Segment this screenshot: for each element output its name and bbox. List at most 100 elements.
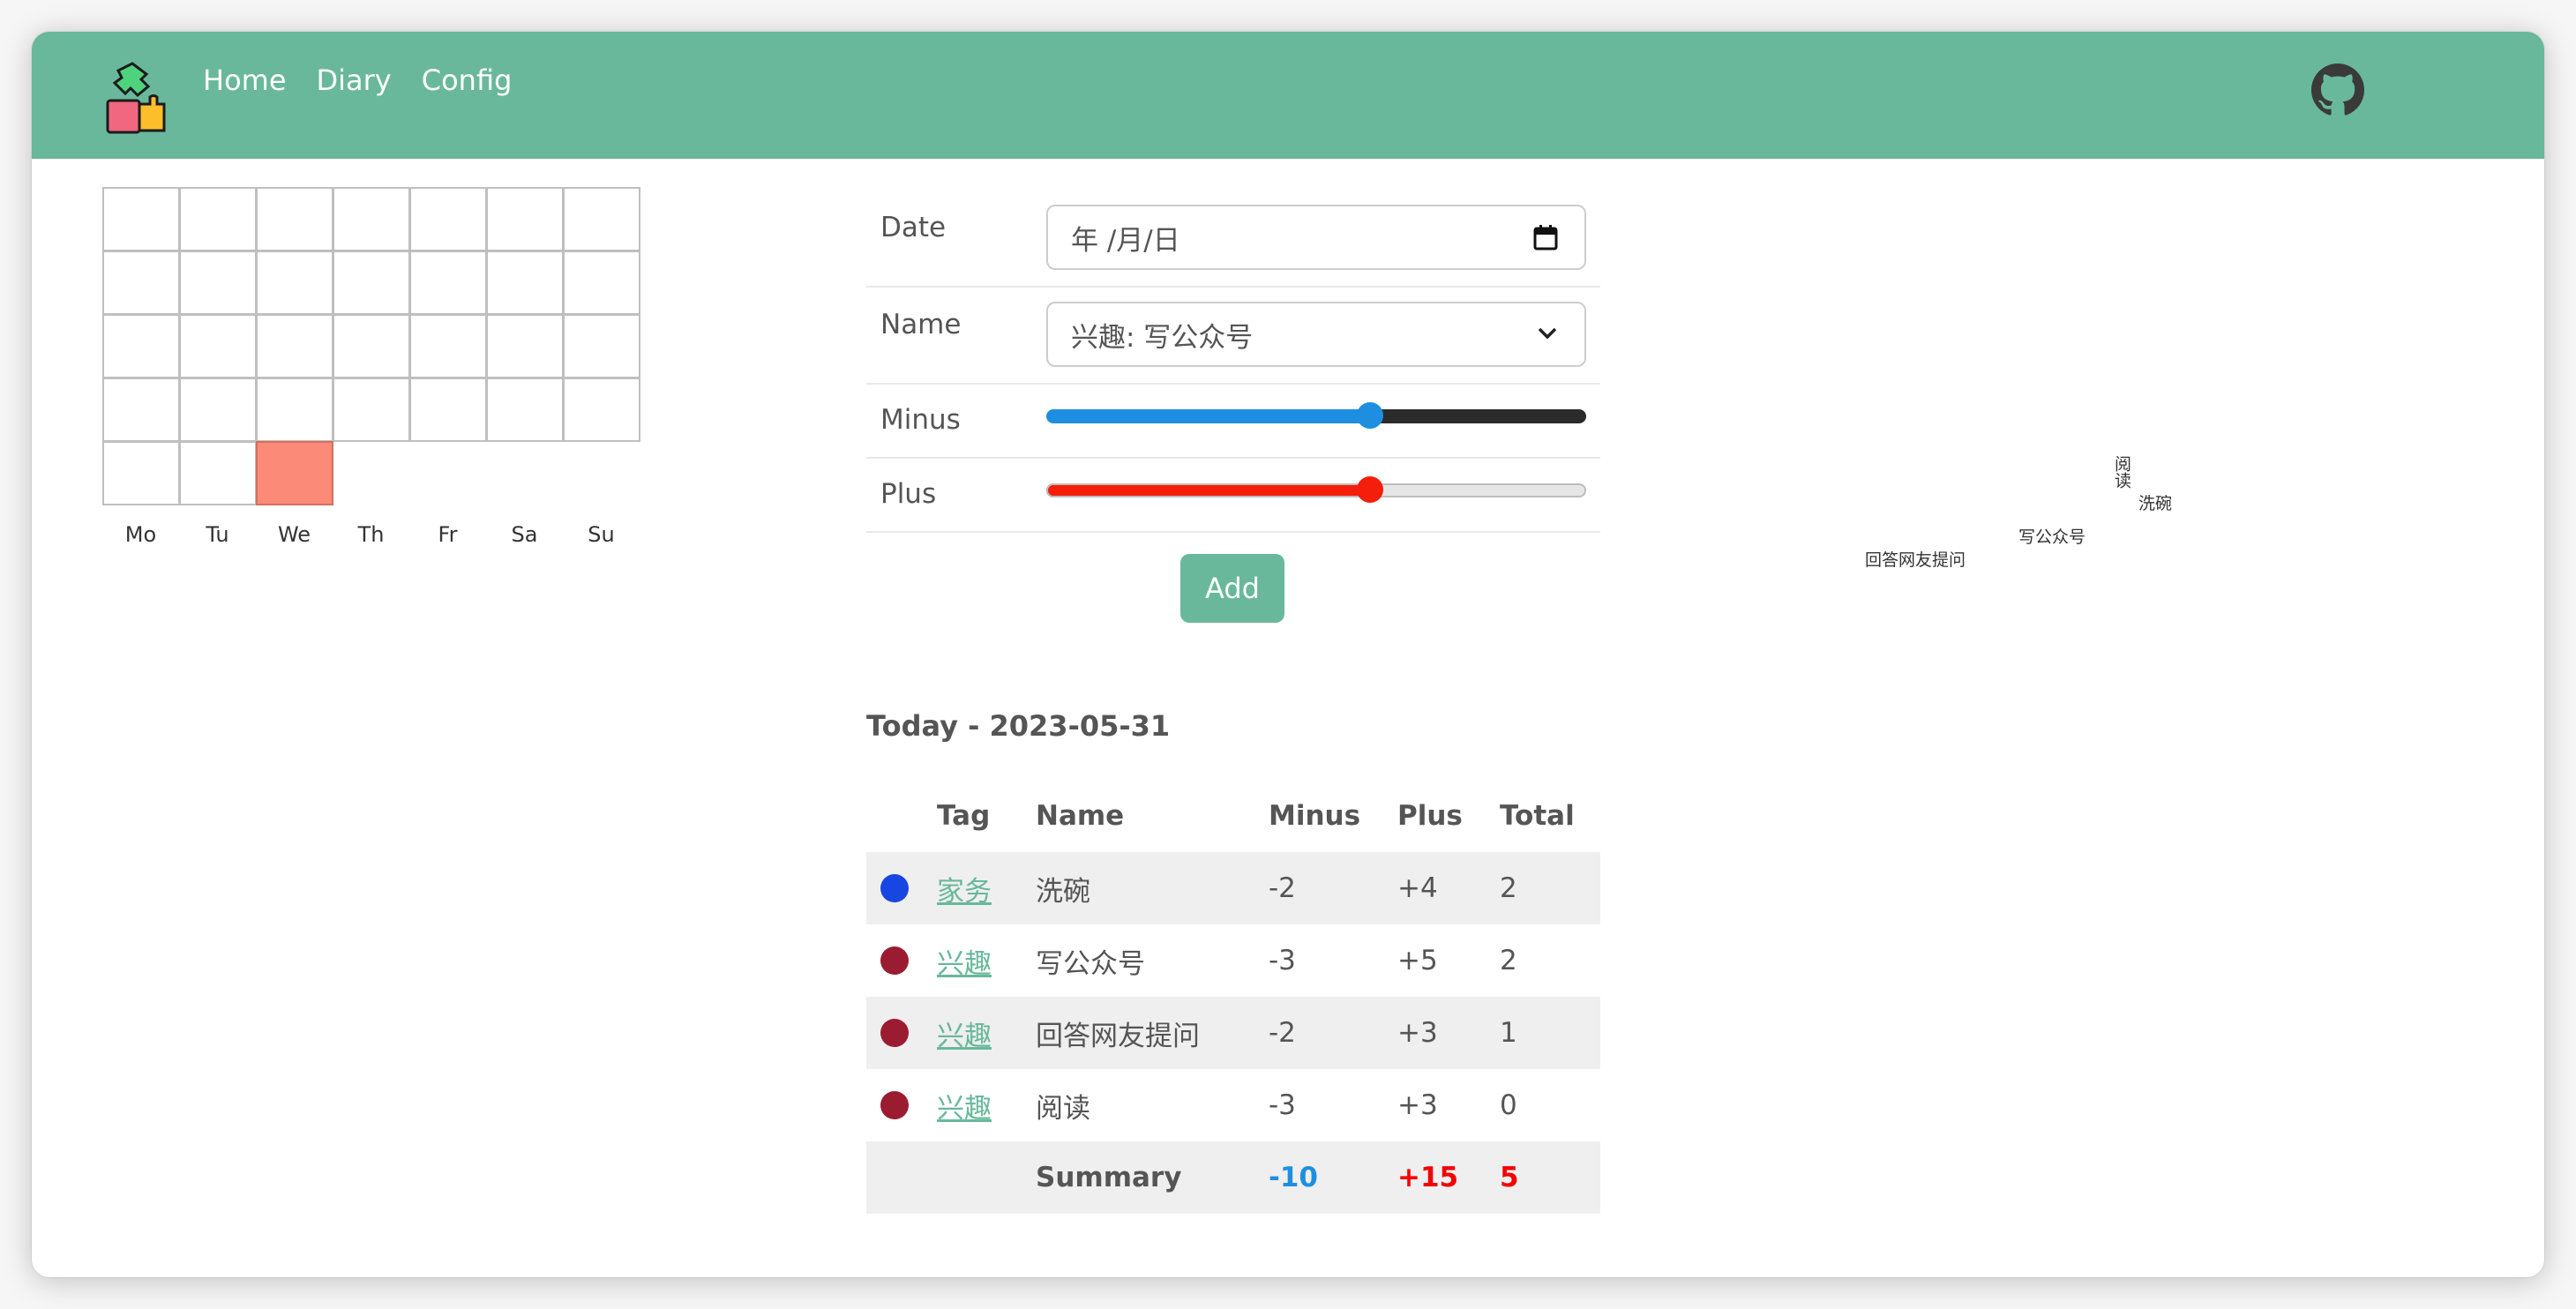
row-name: 洗碗 xyxy=(1036,875,1090,908)
nav-link-home[interactable]: Home xyxy=(203,64,287,97)
weekday-label: Su xyxy=(588,522,615,547)
plus-row: Plus xyxy=(866,459,1600,533)
weekday-labels: Mo Tu We Th Fr Sa Su xyxy=(102,522,640,547)
minus-slider-thumb[interactable] xyxy=(1357,402,1384,429)
heatmap-day-cell[interactable] xyxy=(563,251,640,315)
heatmap-day-cell[interactable] xyxy=(179,314,257,378)
heatmap-day-cell[interactable] xyxy=(256,187,333,251)
heatmap-day-cell[interactable] xyxy=(179,378,257,442)
date-input[interactable]: 年 /月/日 xyxy=(1046,205,1586,270)
heatmap-day-cell[interactable] xyxy=(179,251,257,315)
heatmap-day-cell[interactable] xyxy=(409,314,487,378)
header-total: Total xyxy=(1500,800,1575,832)
minus-slider[interactable] xyxy=(1046,402,1586,429)
weekday-label: Fr xyxy=(438,522,458,547)
date-label: Date xyxy=(880,212,947,243)
row-name: 写公众号 xyxy=(1036,947,1145,980)
row-minus: -3 xyxy=(1269,1089,1296,1121)
activity-heatmap: Mo Tu We Th Fr Sa Su xyxy=(102,187,640,547)
summary-row: Summary -10 +15 5 xyxy=(866,1141,1600,1214)
tag-link[interactable]: 兴趣 xyxy=(937,924,992,997)
heatmap-day-cell[interactable] xyxy=(179,187,257,251)
row-total: 2 xyxy=(1500,945,1517,976)
heatmap-day-cell[interactable] xyxy=(102,441,180,505)
heatmap-day-cell[interactable] xyxy=(333,187,410,251)
heatmap-day-cell[interactable] xyxy=(409,251,487,315)
calendar-icon[interactable] xyxy=(1533,224,1558,251)
tag-color-dot xyxy=(880,997,909,1069)
heatmap-day-cell[interactable] xyxy=(102,378,180,442)
heatmap-day-cell[interactable] xyxy=(563,378,640,442)
weekday-label: Mo xyxy=(124,522,157,547)
entry-form: Date 年 /月/日 Name 兴趣: 写公众号 Minus Plus xyxy=(866,191,1600,533)
summary-plus: +15 xyxy=(1397,1162,1459,1193)
chevron-down-icon xyxy=(1538,327,1557,340)
navbar: Home Diary Config xyxy=(32,32,2544,159)
row-name: 阅读 xyxy=(1036,1092,1090,1125)
tag-link[interactable]: 家务 xyxy=(937,852,992,924)
plus-label: Plus xyxy=(880,478,937,510)
cloud-word: 洗碗 xyxy=(2138,494,2173,513)
heatmap-day-cell[interactable] xyxy=(256,251,333,315)
heatmap-day-cell[interactable] xyxy=(563,314,640,378)
heatmap-empty-cell xyxy=(563,441,640,505)
header-name: Name xyxy=(1036,800,1125,832)
heatmap-day-cell[interactable] xyxy=(563,187,640,251)
name-row: Name 兴趣: 写公众号 xyxy=(866,288,1600,385)
heatmap-day-cell[interactable] xyxy=(333,251,410,315)
table-body: 家务 洗碗 -2 +4 2 兴趣 写公众号 -3 +5 2 兴趣 回答网友提问 -2 +3 1 兴趣 阅读 -3 +… xyxy=(866,852,1600,1141)
heatmap-day-cell[interactable] xyxy=(179,441,257,505)
row-plus: +5 xyxy=(1397,945,1438,976)
name-select[interactable]: 兴趣: 写公众号 xyxy=(1046,302,1586,367)
github-icon[interactable] xyxy=(2311,64,2364,116)
heatmap-day-cell[interactable] xyxy=(333,314,410,378)
row-minus: -3 xyxy=(1269,945,1296,976)
heatmap-grid xyxy=(102,187,640,505)
app-window: Home Diary Config Mo Tu We Th Fr Sa Su D… xyxy=(32,32,2544,1277)
heatmap-day-cell[interactable] xyxy=(102,314,180,378)
date-row: Date 年 /月/日 xyxy=(866,191,1600,288)
table-header: Tag Name Minus Plus Total xyxy=(866,780,1600,852)
row-minus: -2 xyxy=(1269,1017,1296,1049)
tag-link[interactable]: 兴趣 xyxy=(937,997,992,1069)
cloud-word: 写公众号 xyxy=(2018,527,2086,547)
summary-label: Summary xyxy=(1036,1162,1182,1193)
heatmap-day-cell[interactable] xyxy=(486,187,564,251)
table-row: 家务 洗碗 -2 +4 2 xyxy=(866,852,1600,924)
heatmap-day-cell[interactable] xyxy=(102,251,180,315)
puzzle-logo-icon[interactable] xyxy=(106,60,168,134)
heatmap-day-cell[interactable] xyxy=(102,187,180,251)
today-title: Today - 2023-05-31 xyxy=(866,709,1171,743)
weekday-label: Tu xyxy=(206,522,229,547)
plus-slider[interactable] xyxy=(1046,476,1586,503)
tag-color-dot xyxy=(880,852,909,924)
heatmap-day-cell[interactable] xyxy=(333,378,410,442)
summary-total: 5 xyxy=(1500,1162,1519,1193)
nav-link-config[interactable]: Config xyxy=(422,64,513,97)
row-total: 1 xyxy=(1500,1017,1517,1049)
tag-link[interactable]: 兴趣 xyxy=(937,1069,992,1141)
table-row: 兴趣 阅读 -3 +3 0 xyxy=(866,1069,1600,1141)
heatmap-day-cell[interactable] xyxy=(486,251,564,315)
heatmap-empty-cell xyxy=(409,441,487,505)
row-plus: +3 xyxy=(1397,1089,1438,1121)
weekday-label: Th xyxy=(357,522,385,547)
tag-color-dot xyxy=(880,924,909,997)
row-total: 2 xyxy=(1500,872,1517,904)
heatmap-day-cell[interactable] xyxy=(486,314,564,378)
minus-label: Minus xyxy=(880,404,961,436)
minus-row: Minus xyxy=(866,385,1600,459)
header-tag: Tag xyxy=(937,800,991,832)
row-plus: +4 xyxy=(1397,872,1438,904)
nav-link-diary[interactable]: Diary xyxy=(317,64,392,97)
row-plus: +3 xyxy=(1397,1017,1438,1049)
heatmap-day-cell[interactable] xyxy=(409,187,487,251)
add-button[interactable]: Add xyxy=(1180,554,1284,623)
summary-minus: -10 xyxy=(1269,1162,1319,1193)
heatmap-day-cell[interactable] xyxy=(256,314,333,378)
plus-slider-thumb[interactable] xyxy=(1357,476,1384,503)
heatmap-day-cell-today[interactable] xyxy=(256,441,333,505)
heatmap-day-cell[interactable] xyxy=(409,378,487,442)
heatmap-day-cell[interactable] xyxy=(256,378,333,442)
heatmap-day-cell[interactable] xyxy=(486,378,564,442)
